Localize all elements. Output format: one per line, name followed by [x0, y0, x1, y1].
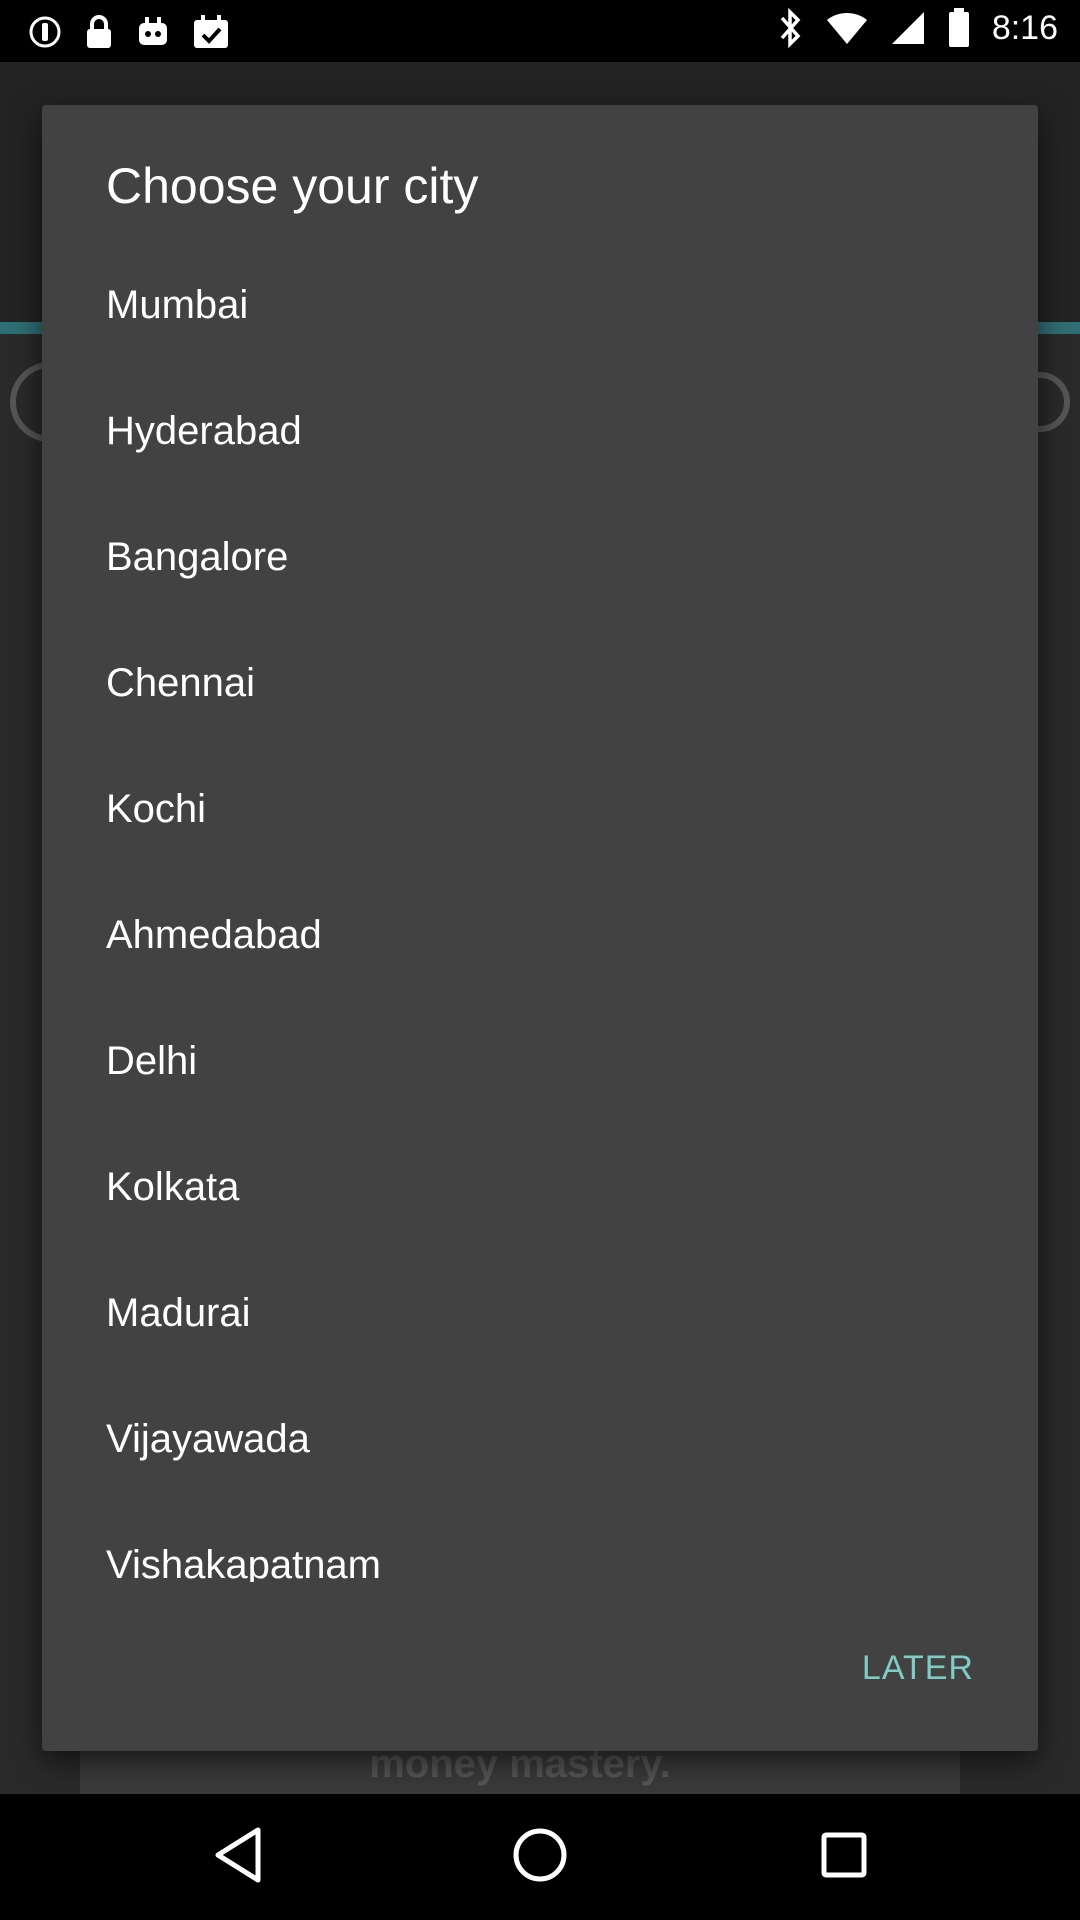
city-label: Kolkata [106, 1164, 240, 1209]
city-item-vishakapatnam[interactable]: Vishakapatnam [42, 1502, 1038, 1583]
city-item-vijayawada[interactable]: Vijayawada [42, 1376, 1038, 1502]
city-item-bangalore[interactable]: Bangalore [42, 494, 1038, 620]
city-label: Madurai [106, 1290, 251, 1335]
bluetooth-icon [778, 8, 804, 48]
city-label: Hyderabad [106, 408, 302, 453]
home-icon [512, 1827, 568, 1888]
city-item-madurai[interactable]: Madurai [42, 1250, 1038, 1376]
status-bar: 8:16 [0, 0, 1080, 62]
lock-icon [84, 14, 114, 50]
back-button[interactable] [178, 1794, 298, 1920]
dialog-title: Choose your city [106, 158, 479, 214]
city-item-ahmedabad[interactable]: Ahmedabad [42, 872, 1038, 998]
signal-icon [890, 10, 926, 46]
battery-icon [948, 8, 970, 48]
city-label: Vijayawada [106, 1416, 310, 1461]
city-item-delhi[interactable]: Delhi [42, 998, 1038, 1124]
status-right-icons: 8:16 [778, 8, 1058, 48]
city-item-hyderabad[interactable]: Hyderabad [42, 368, 1038, 494]
status-time: 8:16 [991, 8, 1058, 47]
city-item-mumbai[interactable]: Mumbai [42, 242, 1038, 368]
recent-apps-button[interactable] [784, 1794, 904, 1920]
city-label: Delhi [106, 1038, 198, 1083]
recent-apps-icon [820, 1831, 868, 1884]
calendar-check-icon [192, 14, 230, 50]
status-left-icons [28, 14, 230, 50]
back-icon [212, 1826, 264, 1889]
circle-info-icon [28, 15, 62, 49]
city-item-kochi[interactable]: Kochi [42, 746, 1038, 872]
city-label: Kochi [106, 786, 207, 831]
city-item-chennai[interactable]: Chennai [42, 620, 1038, 746]
city-item-kolkata[interactable]: Kolkata [42, 1124, 1038, 1250]
city-label: Ahmedabad [106, 912, 322, 957]
navigation-bar [0, 1794, 1080, 1920]
wifi-icon [826, 10, 868, 46]
city-label: Mumbai [106, 282, 249, 327]
city-label: Chennai [106, 660, 256, 705]
city-dialog: Choose your city Mumbai Hyderabad Bangal… [42, 105, 1038, 1751]
home-button[interactable] [480, 1794, 600, 1920]
city-label: Bangalore [106, 534, 289, 579]
later-button[interactable]: LATER [862, 1635, 974, 1701]
robot-icon [136, 15, 170, 49]
city-list[interactable]: Mumbai Hyderabad Bangalore Chennai Kochi… [42, 242, 1038, 1583]
city-label: Vishakapatnam [106, 1542, 381, 1583]
